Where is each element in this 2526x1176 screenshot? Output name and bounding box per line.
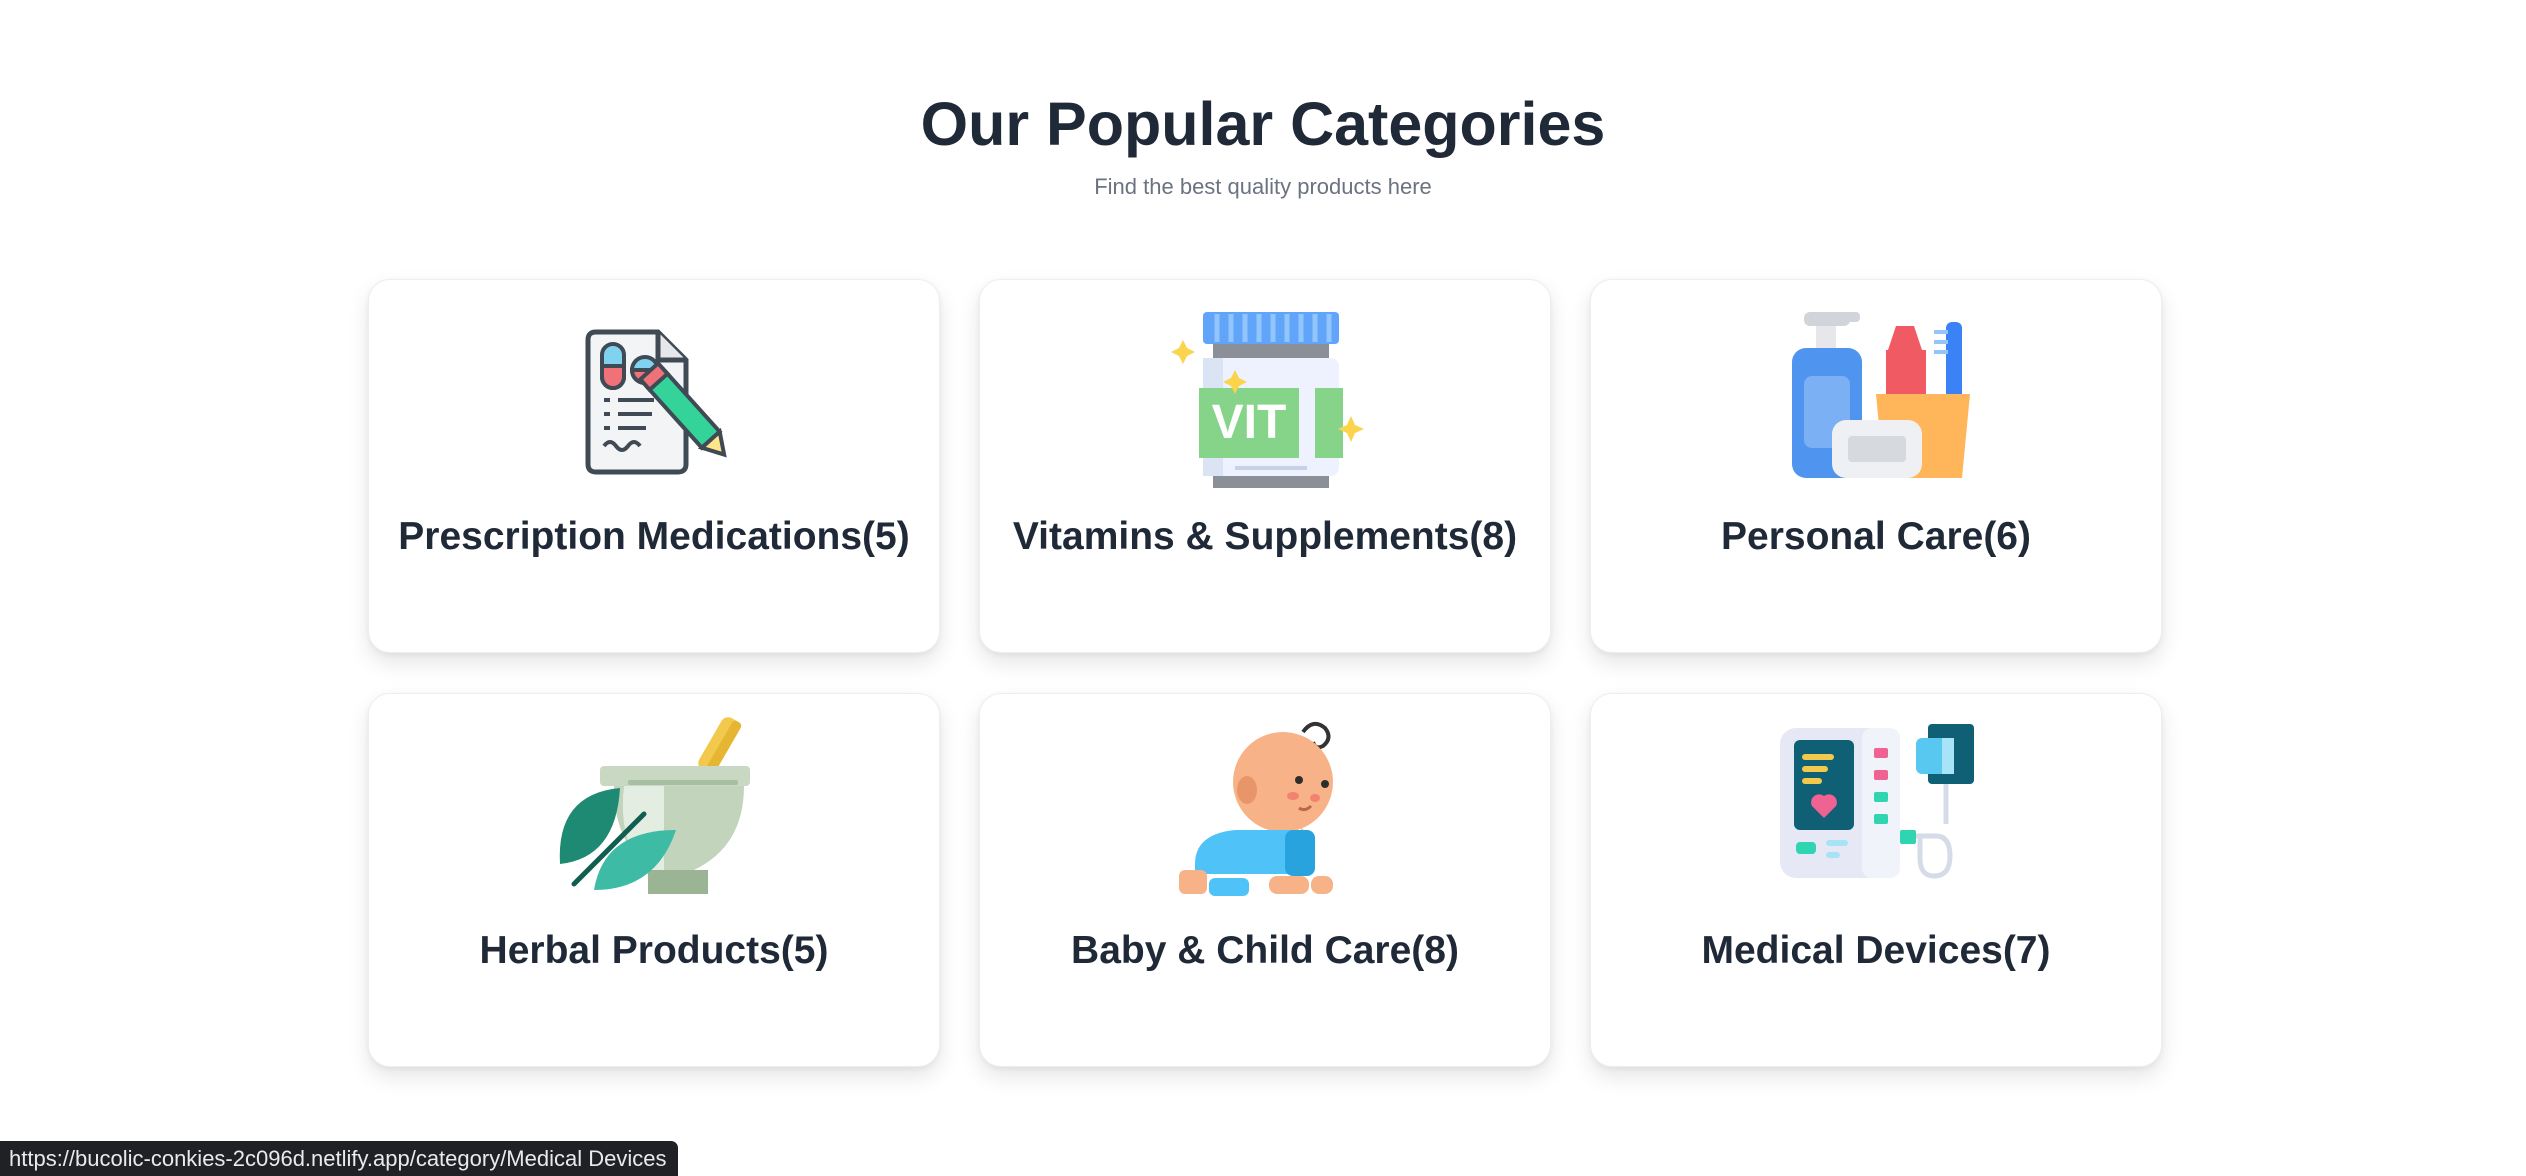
crawling-baby-icon	[1165, 714, 1365, 904]
category-label: Personal Care(6)	[1721, 515, 2031, 558]
category-card-vitamins-supplements[interactable]: VIT Vitamins & Supplements(8)	[979, 279, 1551, 653]
blood-pressure-monitor-icon	[1776, 714, 1976, 904]
category-label: Vitamins & Supplements(8)	[1012, 515, 1518, 558]
category-grid: Prescription Medications(5) VIT Vitamins…	[368, 279, 2162, 1067]
category-label: Herbal Products(5)	[479, 929, 829, 972]
category-card-baby-child-care[interactable]: Baby & Child Care(8)	[979, 693, 1551, 1067]
category-label: Baby & Child Care(8)	[1071, 929, 1459, 972]
page-subtitle: Find the best quality products here	[1094, 174, 1432, 199]
page-title: Our Popular Categories	[920, 90, 1606, 158]
category-card-medical-devices[interactable]: Medical Devices(7)	[1590, 693, 2162, 1067]
category-card-personal-care[interactable]: Personal Care(6)	[1590, 279, 2162, 653]
category-label: Medical Devices(7)	[1701, 929, 2051, 972]
section-header: Our Popular Categories Find the best qua…	[0, 88, 2526, 200]
category-label: Prescription Medications(5)	[398, 515, 910, 558]
prescription-icon	[554, 300, 754, 490]
vitamin-jar-icon: VIT	[1165, 300, 1365, 490]
category-card-herbal-products[interactable]: Herbal Products(5)	[368, 693, 940, 1067]
personal-care-icon	[1776, 300, 1976, 490]
svg-text:VIT: VIT	[1212, 396, 1287, 449]
category-card-prescription-medications[interactable]: Prescription Medications(5)	[368, 279, 940, 653]
browser-status-bar-url: https://bucolic-conkies-2c096d.netlify.a…	[0, 1141, 679, 1176]
mortar-pestle-herb-icon	[554, 714, 754, 904]
